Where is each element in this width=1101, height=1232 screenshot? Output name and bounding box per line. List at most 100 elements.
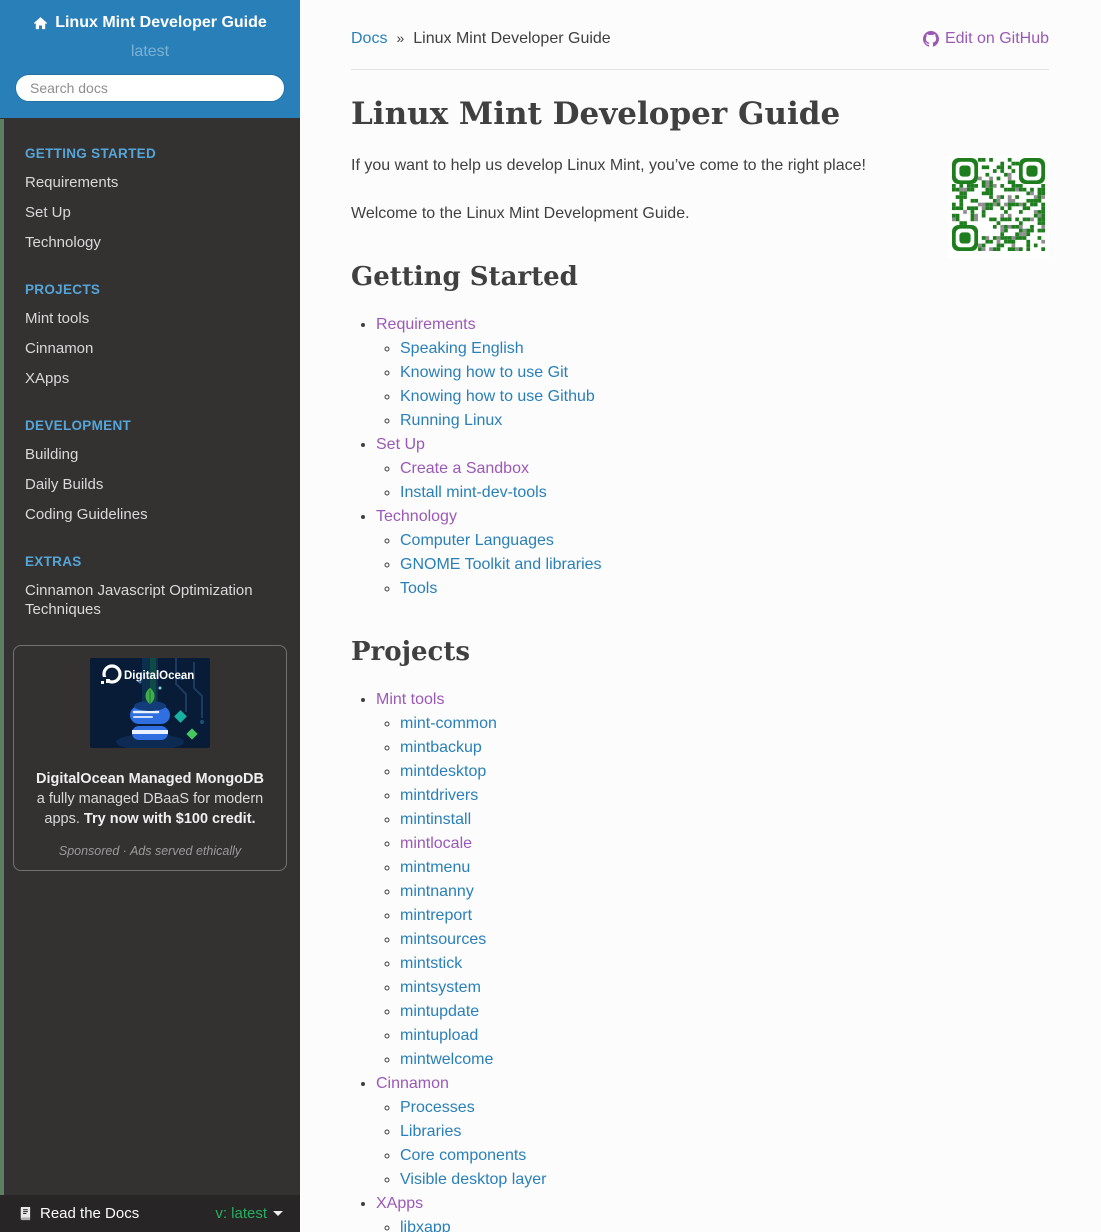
- toc-subitem: mintupload: [400, 1024, 1049, 1048]
- current-version-label: v: latest: [215, 1205, 267, 1222]
- toc-link[interactable]: Mint tools: [376, 691, 444, 708]
- book-icon: [17, 1206, 32, 1221]
- toc-link[interactable]: Core components: [400, 1147, 526, 1164]
- toc-link[interactable]: mintbackup: [400, 739, 482, 756]
- sidebar-item-technology[interactable]: Technology: [0, 228, 300, 258]
- nav-section-caption: DEVELOPMENT: [25, 417, 132, 433]
- toc-item: Cinnamon Processes Libraries Core component…: [376, 1072, 1049, 1192]
- sidebar-item-cinnamon[interactable]: Cinnamon: [0, 334, 300, 364]
- sidebar-item-building[interactable]: Building: [0, 440, 300, 470]
- toc-sublist: Create a Sandbox Install mint-dev-tools: [376, 457, 1049, 505]
- sidebar-item-xapps[interactable]: XApps: [0, 364, 300, 394]
- toc-link[interactable]: Speaking English: [400, 340, 524, 357]
- read-the-docs-label: Read the Docs: [40, 1205, 140, 1222]
- toc-link[interactable]: mint-common: [400, 715, 497, 732]
- ad-text[interactable]: DigitalOcean Managed MongoDB a fully man…: [24, 769, 276, 829]
- toc-link[interactable]: Computer Languages: [400, 532, 554, 549]
- toc-list: Mint tools mint-common mintbackup mintdeskt…: [358, 688, 1049, 1232]
- sidebar-item-coding-guidelines[interactable]: Coding Guidelines: [0, 500, 300, 530]
- toc-subitem: mintsources: [400, 928, 1049, 952]
- toc-link[interactable]: Processes: [400, 1099, 475, 1116]
- toc-subitem: mintnanny: [400, 880, 1049, 904]
- toc-link[interactable]: mintupload: [400, 1027, 478, 1044]
- version-label: latest: [130, 42, 170, 60]
- toc-item: XApps libxapppython-xapp: [376, 1192, 1049, 1232]
- toc-link[interactable]: mintdesktop: [400, 763, 486, 780]
- toc-link[interactable]: mintreport: [400, 907, 472, 924]
- ad-text-bold2: Try now with $100 credit.: [83, 810, 256, 827]
- toc-link[interactable]: Install mint-dev-tools: [400, 484, 547, 501]
- page-title: Linux Mint Developer Guide: [351, 96, 841, 132]
- toc-subitem: mintlocale: [400, 832, 1049, 856]
- sponsor-ad-card[interactable]: DigitalOcean DigitalOcean Managed MongoD…: [13, 644, 287, 871]
- toc-link[interactable]: mintnanny: [400, 883, 474, 900]
- sidebar-scrollbar[interactable]: [0, 119, 4, 1195]
- toc-link[interactable]: Create a Sandbox: [400, 460, 529, 477]
- edit-on-github-label: Edit on GitHub: [944, 30, 1049, 47]
- toc-subitem: Knowing how to use Git: [400, 361, 1049, 385]
- toc-sublist: Processes Libraries Core components Visible…: [376, 1096, 1049, 1192]
- sidebar-item-daily-builds[interactable]: Daily Builds: [0, 470, 300, 500]
- toc-subitem: mintreport: [400, 904, 1049, 928]
- sidebar: Linux Mint Developer Guide latest GETTIN…: [0, 0, 300, 1232]
- toc-list: Requirements Speaking English Knowing how …: [358, 313, 1049, 601]
- toc-subitem: Knowing how to use Github: [400, 385, 1049, 409]
- toc: Getting Started Requirements Speaking Engl…: [351, 262, 1049, 1232]
- toc-subitem: mintupdate: [400, 1000, 1049, 1024]
- main-content: Docs » Linux Mint Developer Guide Edit on …: [300, 0, 1101, 1232]
- toc-link[interactable]: mintinstall: [400, 811, 471, 828]
- toc-link[interactable]: mintsources: [400, 931, 486, 948]
- home-icon: [33, 16, 48, 31]
- breadcrumb-divider: [351, 69, 1049, 70]
- toc-link[interactable]: Set Up: [376, 436, 425, 453]
- toc-link[interactable]: Visible desktop layer: [400, 1171, 546, 1188]
- toc-link[interactable]: mintupdate: [400, 1003, 479, 1020]
- toc-subitem: mintinstall: [400, 808, 1049, 832]
- toc-subitem: Create a Sandbox: [400, 457, 1049, 481]
- toc-link[interactable]: GNOME Toolkit and libraries: [400, 556, 602, 573]
- toc-link[interactable]: Technology: [376, 508, 457, 525]
- toc-subitem: mintsystem: [400, 976, 1049, 1000]
- toc-link[interactable]: Running Linux: [400, 412, 502, 429]
- toc-subitem: Tools: [400, 577, 1049, 601]
- digitalocean-ad-image[interactable]: DigitalOcean: [90, 657, 210, 748]
- toc-link[interactable]: Knowing how to use Git: [400, 364, 568, 381]
- toc-link[interactable]: Libraries: [400, 1123, 461, 1140]
- toc-link[interactable]: mintwelcome: [400, 1051, 493, 1068]
- toc-link[interactable]: Tools: [400, 580, 437, 597]
- sidebar-item-requirements[interactable]: Requirements: [0, 168, 300, 198]
- search-input[interactable]: [15, 73, 285, 102]
- nav-section-caption: PROJECTS: [25, 281, 101, 297]
- toc-subitem: Speaking English: [400, 337, 1049, 361]
- edit-on-github-link[interactable]: Edit on GitHub: [922, 30, 1049, 48]
- toc-subitem: libxapp: [400, 1216, 1049, 1232]
- intro-paragraph-1: If you want to help us develop Linux Min…: [351, 157, 866, 174]
- breadcrumb-docs-link[interactable]: Docs: [351, 30, 387, 47]
- toc-link[interactable]: mintmenu: [400, 859, 470, 876]
- toc-subitem: mintbackup: [400, 736, 1049, 760]
- toc-link[interactable]: Requirements: [376, 316, 476, 333]
- toc-subitem: Computer Languages: [400, 529, 1049, 553]
- toc-link[interactable]: mintsystem: [400, 979, 481, 996]
- toc-link[interactable]: mintdrivers: [400, 787, 478, 804]
- intro-paragraph-2: Welcome to the Linux Mint Development Gu…: [351, 205, 690, 222]
- toc-subitem: mintwelcome: [400, 1048, 1049, 1072]
- toc-link[interactable]: mintstick: [400, 955, 462, 972]
- svg-text:DigitalOcean: DigitalOcean: [124, 670, 194, 682]
- sidebar-item-mint-tools[interactable]: Mint tools: [0, 304, 300, 334]
- toc-link[interactable]: libxapp: [400, 1219, 451, 1232]
- toc-link[interactable]: mintlocale: [400, 835, 472, 852]
- ad-sponsored-link[interactable]: Sponsored · Ads served ethically: [24, 844, 276, 858]
- sidebar-item-cinnamon-javascript-optimization-techniques[interactable]: Cinnamon Javascript Optimization Techniq…: [0, 576, 300, 625]
- project-home-link[interactable]: Linux Mint Developer Guide: [33, 14, 267, 32]
- toc-subitem: mintdesktop: [400, 760, 1049, 784]
- toc-item: Requirements Speaking English Knowing how …: [376, 313, 1049, 433]
- toc-link[interactable]: Knowing how to use Github: [400, 388, 595, 405]
- versions-flyout-bar[interactable]: Read the Docs v: latest: [0, 1195, 300, 1232]
- toc-subitem: mintdrivers: [400, 784, 1049, 808]
- toc-link[interactable]: XApps: [376, 1195, 423, 1212]
- toc-item: Set Up Create a Sandbox Install mint-dev-t…: [376, 433, 1049, 505]
- toc-link[interactable]: Cinnamon: [376, 1075, 449, 1092]
- sidebar-item-set-up[interactable]: Set Up: [0, 198, 300, 228]
- toc-subitem: Processes: [400, 1096, 1049, 1120]
